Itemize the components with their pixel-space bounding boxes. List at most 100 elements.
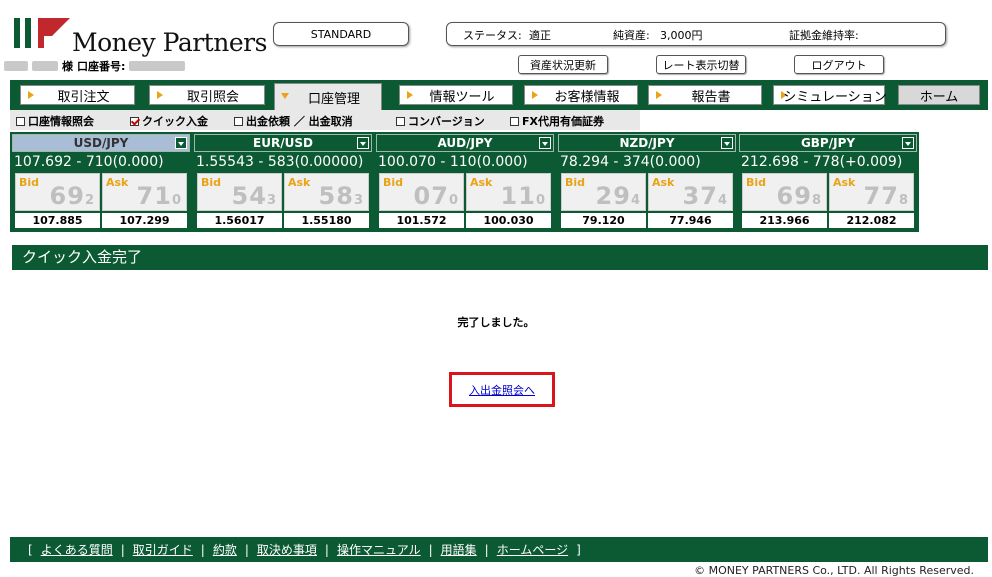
logout-button[interactable]: ログアウト <box>794 55 884 74</box>
dropdown-arrow-icon[interactable] <box>175 137 187 149</box>
logo-mark-icon <box>14 18 70 48</box>
separator: | <box>484 542 489 557</box>
rate-board: USD/JPY 107.692 - 710(0.000) Bid 692 Ask 7… <box>10 132 919 232</box>
checkbox-icon <box>396 116 405 126</box>
page-title: クイック入金完了 <box>12 245 988 270</box>
low-value: 77.946 <box>648 213 733 228</box>
copyright: © MONEY PARTNERS Co., LTD. All Rights Re… <box>694 564 974 577</box>
dropdown-arrow-icon[interactable] <box>721 137 733 149</box>
footer-link-terms[interactable]: 約款 <box>213 541 237 558</box>
separator: | <box>244 542 249 557</box>
low-value: 100.030 <box>466 213 551 228</box>
subnav-fx-securities[interactable]: FX代用有価証券 <box>510 113 604 129</box>
masked-account-number <box>129 61 186 71</box>
margin-ratio-label: 証拠金維持率: <box>789 29 859 42</box>
checkbox-checked-icon <box>130 116 139 126</box>
currency-pair-selector[interactable]: AUD/JPY <box>376 134 554 152</box>
dropdown-arrow-icon[interactable] <box>902 137 914 149</box>
subnav-conversion[interactable]: コンバージョン <box>396 113 485 129</box>
footer-link-guide[interactable]: 取引ガイド <box>133 541 193 558</box>
checkbox-icon <box>234 116 243 126</box>
account-info: 様 口座番号: <box>4 58 186 74</box>
separator: | <box>200 542 205 557</box>
completion-message: 完了しました。 <box>457 316 535 329</box>
rate-display-toggle-button[interactable]: レート表示切替 <box>656 55 746 74</box>
nav-customer-info[interactable]: お客様情報 <box>524 85 638 105</box>
subnav-withdrawal[interactable]: 出金依頼 ／ 出金取消 <box>234 113 353 129</box>
high-value: 1.56017 <box>197 213 282 228</box>
nav-info-tools[interactable]: 情報ツール <box>399 85 513 105</box>
nav-reports[interactable]: 報告書 <box>648 85 762 105</box>
rate-panel: USD/JPY 107.692 - 710(0.000) Bid 692 Ask 7… <box>12 134 190 230</box>
brand-name: Money Partners <box>72 28 267 57</box>
subnav-quick-deposit[interactable]: クイック入金 <box>130 113 208 129</box>
rate-panel: NZD/JPY 78.294 - 374(0.000) Bid 294 Ask 37… <box>558 134 736 230</box>
bid-quote-button[interactable]: Bid 070 <box>379 173 464 211</box>
ask-quote-button[interactable]: Ask 710 <box>102 173 187 211</box>
footer-link-homepage[interactable]: ホームページ <box>497 541 568 558</box>
footer-link-faq[interactable]: よくある質問 <box>41 541 113 558</box>
plan-badge: STANDARD <box>273 22 409 46</box>
footer-links: [ よくある質問 | 取引ガイド | 約款 | 取決め事項 | 操作マニュアル | 用語集… <box>10 537 988 562</box>
subnav-account-info[interactable]: 口座情報照会 <box>16 113 94 129</box>
bid-quote-button[interactable]: Bid 692 <box>15 173 100 211</box>
bid-quote-button[interactable]: Bid 698 <box>742 173 827 211</box>
dropdown-arrow-icon[interactable] <box>357 137 369 149</box>
nav-home[interactable]: ホーム <box>898 85 980 105</box>
separator: | <box>428 542 433 557</box>
rate-spread-line: 212.698 - 778(+0.009) <box>741 154 903 170</box>
name-suffix: 様 <box>62 60 73 73</box>
ask-quote-button[interactable]: Ask 110 <box>466 173 551 211</box>
low-value: 212.082 <box>829 213 914 228</box>
nav-trade-order[interactable]: 取引注文 <box>20 85 135 105</box>
refresh-assets-button[interactable]: 資産状況更新 <box>518 55 608 74</box>
deposit-withdrawal-inquiry-link[interactable]: 入出金照会へ <box>469 382 535 398</box>
separator: | <box>324 542 329 557</box>
footer-link-manual[interactable]: 操作マニュアル <box>337 541 421 558</box>
rate-spread-line: 78.294 - 374(0.000) <box>560 154 701 170</box>
ask-quote-button[interactable]: Ask 583 <box>284 173 369 211</box>
rate-panel: AUD/JPY 100.070 - 110(0.000) Bid 070 Ask 1… <box>376 134 554 230</box>
sub-nav: 口座情報照会 クイック入金 出金依頼 ／ 出金取消 コンバージョン FX代用有価… <box>10 110 640 130</box>
low-value: 107.299 <box>102 213 187 228</box>
bracket-close: ] <box>576 542 581 557</box>
separator: | <box>120 542 125 557</box>
ask-quote-button[interactable]: Ask 778 <box>829 173 914 211</box>
net-assets-label: 純資産: <box>613 29 650 42</box>
rate-spread-line: 107.692 - 710(0.000) <box>14 154 164 170</box>
currency-pair-selector[interactable]: GBP/JPY <box>739 134 917 152</box>
rate-panel: GBP/JPY 212.698 - 778(+0.009) Bid 698 Ask… <box>739 134 917 230</box>
bid-quote-button[interactable]: Bid 294 <box>561 173 646 211</box>
footer-link-rules[interactable]: 取決め事項 <box>257 541 317 558</box>
account-number-label: 口座番号: <box>77 60 126 73</box>
currency-pair-selector[interactable]: EUR/USD <box>194 134 372 152</box>
rate-panel: EUR/USD 1.55543 - 583(0.00000) Bid 543 As… <box>194 134 372 230</box>
currency-pair-selector[interactable]: NZD/JPY <box>558 134 736 152</box>
account-status-panel: ステータス: 適正 純資産: 3,000円 証拠金維持率: <box>446 22 946 46</box>
nav-trade-inquiry[interactable]: 取引照会 <box>149 85 265 105</box>
dropdown-arrow-icon[interactable] <box>539 137 551 149</box>
high-value: 213.966 <box>742 213 827 228</box>
highlight-box: 入出金照会へ <box>449 372 555 407</box>
bid-quote-button[interactable]: Bid 543 <box>197 173 282 211</box>
nav-simulation[interactable]: シミュレーション <box>773 85 887 105</box>
footer-link-glossary[interactable]: 用語集 <box>441 541 477 558</box>
checkbox-icon <box>16 116 25 126</box>
net-assets-value: 3,000円 <box>660 29 703 42</box>
bracket-open: [ <box>28 542 33 557</box>
currency-pair-selector[interactable]: USD/JPY <box>12 134 190 152</box>
high-value: 101.572 <box>379 213 464 228</box>
masked-name <box>32 61 58 71</box>
high-value: 79.120 <box>561 213 646 228</box>
status-label: ステータス: <box>463 29 522 42</box>
high-value: 107.885 <box>15 213 100 228</box>
checkbox-icon <box>510 116 519 126</box>
ask-quote-button[interactable]: Ask 374 <box>648 173 733 211</box>
nav-account-management[interactable]: 口座管理 <box>274 83 382 110</box>
low-value: 1.55180 <box>284 213 369 228</box>
masked-name <box>4 61 28 71</box>
status-value: 適正 <box>529 29 551 42</box>
rate-spread-line: 100.070 - 110(0.000) <box>378 154 528 170</box>
main-nav: 取引注文 取引照会 口座管理 情報ツール お客様情報 報告書 シミュレーション … <box>10 80 988 110</box>
rate-spread-line: 1.55543 - 583(0.00000) <box>196 154 364 170</box>
